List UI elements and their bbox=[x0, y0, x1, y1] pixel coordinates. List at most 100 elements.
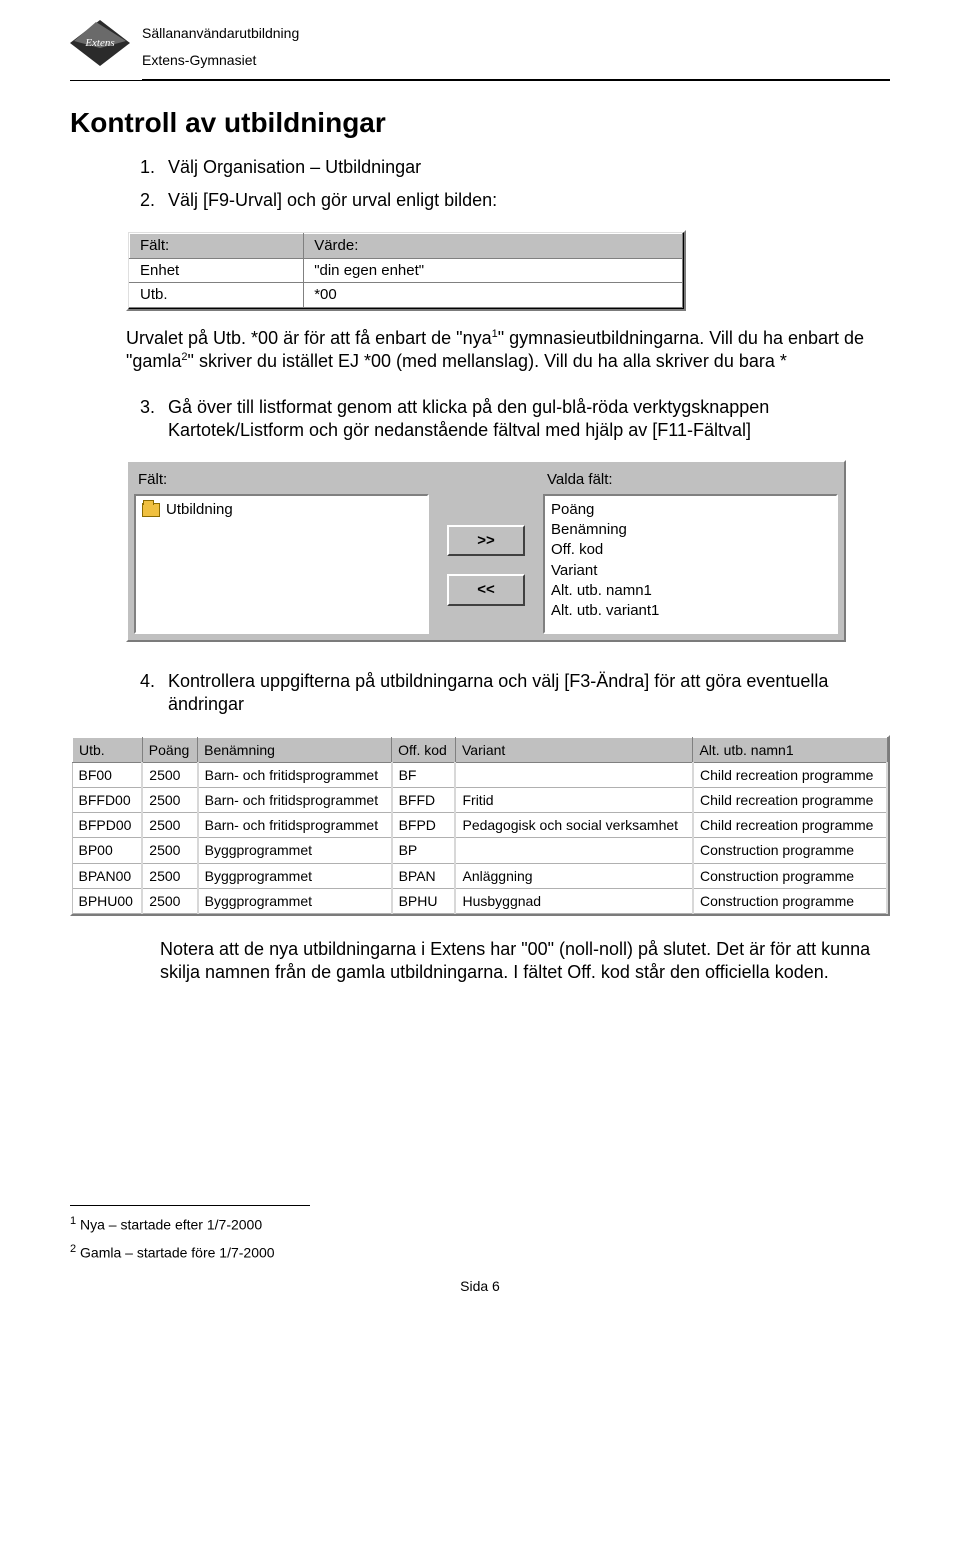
cell: BFFD bbox=[392, 788, 456, 813]
footnotes: 1 Nya – startade efter 1/7-2000 2 Gamla … bbox=[70, 1205, 890, 1262]
cell: Child recreation programme bbox=[693, 813, 887, 838]
list-item-label: Alt. utb. namn1 bbox=[551, 581, 652, 601]
list-item[interactable]: Alt. utb. variant1 bbox=[551, 601, 830, 621]
cell: Construction programme bbox=[693, 888, 887, 913]
cell: 2500 bbox=[142, 788, 197, 813]
fsel-right: Valda fält: Poäng Benämning Off. kod Var… bbox=[543, 468, 838, 634]
step-1: Välj Organisation – Utbildningar bbox=[160, 156, 890, 179]
list-item[interactable]: Variant bbox=[551, 561, 830, 581]
page-footer: Sida 6 bbox=[70, 1277, 890, 1295]
field-select-window: Fält: Utbildning >> << Valda fält: Poäng… bbox=[126, 460, 846, 642]
paragraph-urval-note: Urvalet på Utb. *00 är för att få enbart… bbox=[126, 327, 890, 374]
urval-col-falt: Fält: bbox=[130, 234, 304, 259]
cell: 2500 bbox=[142, 838, 197, 863]
cell: Byggprogrammet bbox=[198, 863, 392, 888]
fsel-right-listbox[interactable]: Poäng Benämning Off. kod Variant Alt. ut… bbox=[543, 494, 838, 634]
footnote-1: 1 Nya – startade efter 1/7-2000 bbox=[70, 1214, 890, 1234]
folder-icon bbox=[142, 503, 160, 517]
cell: Pedagogisk och social verksamhet bbox=[455, 813, 692, 838]
paragraph-note-00: Notera att de nya utbildningarna i Exten… bbox=[160, 938, 890, 985]
list-item-label: Benämning bbox=[551, 520, 627, 540]
cell: BPAN00 bbox=[73, 863, 143, 888]
header-line2: Extens-Gymnasiet bbox=[142, 47, 299, 74]
col-altnamn1[interactable]: Alt. utb. namn1 bbox=[693, 737, 887, 762]
list-item[interactable]: Alt. utb. namn1 bbox=[551, 581, 830, 601]
cell: 2500 bbox=[142, 863, 197, 888]
cell: BPHU bbox=[392, 888, 456, 913]
cell: Husbyggnad bbox=[455, 888, 692, 913]
fsel-left-label: Fält: bbox=[134, 468, 429, 494]
add-button[interactable]: >> bbox=[447, 525, 525, 557]
table-row[interactable]: BPHU002500ByggprogrammetBPHUHusbyggnadCo… bbox=[73, 888, 888, 913]
cell: Byggprogrammet bbox=[198, 838, 392, 863]
cell: BPHU00 bbox=[73, 888, 143, 913]
step-2: Välj [F9-Urval] och gör urval enligt bil… bbox=[160, 189, 890, 212]
step-4: Kontrollera uppgifterna på utbildningarn… bbox=[160, 670, 890, 717]
header-line1: Sällananvändarutbildning bbox=[142, 20, 299, 47]
fsel-buttons: >> << bbox=[447, 468, 525, 634]
cell bbox=[455, 838, 692, 863]
header-rule-full bbox=[70, 80, 890, 81]
table-row[interactable]: BF002500Barn- och fritidsprogrammetBFChi… bbox=[73, 762, 888, 787]
header-text: Sällananvändarutbildning Extens-Gymnasie… bbox=[142, 20, 299, 73]
cell: *00 bbox=[304, 283, 683, 308]
footnotes-rule bbox=[70, 1205, 310, 1206]
remove-button[interactable]: << bbox=[447, 574, 525, 606]
urval-table-window: Fält: Värde: Enhet "din egen enhet" Utb.… bbox=[126, 230, 686, 311]
steps-1-2: Välj Organisation – Utbildningar Välj [F… bbox=[160, 156, 890, 213]
svg-text:Extens: Extens bbox=[84, 37, 114, 49]
list-item[interactable]: Benämning bbox=[551, 520, 830, 540]
list-item-label: Alt. utb. variant1 bbox=[551, 601, 659, 621]
table-row: Enhet "din egen enhet" bbox=[130, 258, 683, 283]
cell: BFFD00 bbox=[73, 788, 143, 813]
table-row[interactable]: BPAN002500ByggprogrammetBPANAnläggningCo… bbox=[73, 863, 888, 888]
urval-col-varde: Värde: bbox=[304, 234, 683, 259]
cell: Barn- och fritidsprogrammet bbox=[198, 788, 392, 813]
cell: Child recreation programme bbox=[693, 788, 887, 813]
fn-text: Gamla – startade före 1/7-2000 bbox=[76, 1244, 274, 1260]
page-header: Extens Sällananvändarutbildning Extens-G… bbox=[70, 20, 890, 73]
step-3: Gå över till listformat genom att klicka… bbox=[160, 396, 890, 443]
table-row[interactable]: BP002500ByggprogrammetBP Construction pro… bbox=[73, 838, 888, 863]
data-grid-window: Utb. Poäng Benämning Off. kod Variant Al… bbox=[70, 735, 890, 916]
list-item-label: Off. kod bbox=[551, 540, 603, 560]
fsel-right-label: Valda fält: bbox=[543, 468, 838, 494]
list-item[interactable]: Off. kod bbox=[551, 540, 830, 560]
cell: Construction programme bbox=[693, 863, 887, 888]
page-title: Kontroll av utbildningar bbox=[70, 105, 890, 141]
cell: "din egen enhet" bbox=[304, 258, 683, 283]
col-poang[interactable]: Poäng bbox=[142, 737, 197, 762]
cell: Enhet bbox=[130, 258, 304, 283]
cell: BP00 bbox=[73, 838, 143, 863]
col-offkod[interactable]: Off. kod bbox=[392, 737, 456, 762]
col-benamning[interactable]: Benämning bbox=[198, 737, 392, 762]
list-item[interactable]: Poäng bbox=[551, 500, 830, 520]
cell: BFPD00 bbox=[73, 813, 143, 838]
cell: Barn- och fritidsprogrammet bbox=[198, 813, 392, 838]
footnote-2: 2 Gamla – startade före 1/7-2000 bbox=[70, 1242, 890, 1262]
cell: 2500 bbox=[142, 762, 197, 787]
cell: Construction programme bbox=[693, 838, 887, 863]
cell: Barn- och fritidsprogrammet bbox=[198, 762, 392, 787]
data-grid: Utb. Poäng Benämning Off. kod Variant Al… bbox=[72, 737, 888, 914]
steps-3: Gå över till listformat genom att klicka… bbox=[160, 396, 890, 443]
col-variant[interactable]: Variant bbox=[455, 737, 692, 762]
table-row[interactable]: BFFD002500Barn- och fritidsprogrammetBFF… bbox=[73, 788, 888, 813]
list-item[interactable]: Utbildning bbox=[142, 500, 421, 520]
logo-extens: Extens bbox=[70, 20, 130, 66]
cell: Utb. bbox=[130, 283, 304, 308]
urval-table: Fält: Värde: Enhet "din egen enhet" Utb.… bbox=[129, 233, 683, 308]
cell: BP bbox=[392, 838, 456, 863]
cell: 2500 bbox=[142, 888, 197, 913]
cell: BFPD bbox=[392, 813, 456, 838]
table-row[interactable]: BFPD002500Barn- och fritidsprogrammetBFP… bbox=[73, 813, 888, 838]
cell: Byggprogrammet bbox=[198, 888, 392, 913]
list-item-label: Utbildning bbox=[166, 500, 233, 520]
fsel-left-listbox[interactable]: Utbildning bbox=[134, 494, 429, 634]
cell: 2500 bbox=[142, 813, 197, 838]
text: " skriver du istället EJ *00 (med mellan… bbox=[188, 351, 787, 371]
col-utb[interactable]: Utb. bbox=[73, 737, 143, 762]
list-item-label: Poäng bbox=[551, 500, 594, 520]
cell: BF bbox=[392, 762, 456, 787]
cell: Child recreation programme bbox=[693, 762, 887, 787]
